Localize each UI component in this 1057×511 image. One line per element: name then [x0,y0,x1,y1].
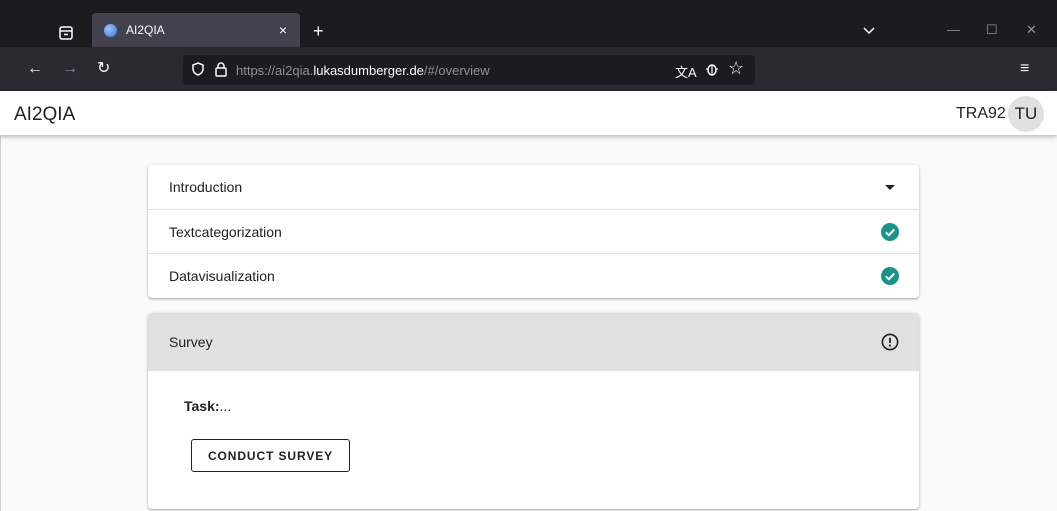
close-icon[interactable]: × [272,22,294,38]
minimize-icon[interactable]: — [947,22,960,37]
section-label: Textcategorization [169,223,282,240]
user-code: TRA92 [956,105,1006,122]
task-value: ... [219,398,232,414]
section-list: Introduction Textcategorization Datavisu… [148,165,919,298]
tab-title: AI2QIA [126,23,165,37]
task-label: Task: [184,398,220,414]
back-icon[interactable]: ← [27,59,43,79]
task-line: Task:... [184,398,231,414]
browser-tab[interactable]: AI2QIA × [92,13,300,47]
globe-icon [104,23,117,37]
firefox-view-icon[interactable] [56,23,76,43]
avatar[interactable]: TU [1008,96,1044,132]
section-label: Introduction [169,179,243,195]
bug-icon[interactable] [705,61,719,82]
bookmark-star-icon[interactable]: ☆ [728,58,744,79]
browser-tab-bar: AI2QIA × + — ☐ ✕ [0,0,1057,47]
conduct-survey-button[interactable]: CONDUCT SURVEY [191,439,350,472]
app-header [0,91,1057,135]
url-text[interactable]: https://ai2qia.lukasdumberger.de/#/overv… [236,63,490,78]
survey-panel: Survey Task:... CONDUCT SURVEY [148,313,919,509]
reload-icon[interactable]: ↻ [97,59,110,79]
section-datavisualization[interactable]: Datavisualization [148,253,919,297]
section-label: Survey [169,334,213,350]
check-circle-icon [881,266,899,285]
new-tab-button[interactable]: + [313,22,324,40]
maximize-icon[interactable]: ☐ [986,22,998,38]
section-textcategorization[interactable]: Textcategorization [148,209,919,253]
check-circle-icon [881,222,899,241]
caret-down-icon [881,178,899,196]
exclamation-circle-icon [881,333,899,351]
section-introduction[interactable]: Introduction [148,165,919,209]
section-survey[interactable]: Survey [148,313,919,371]
shield-icon[interactable] [190,61,206,82]
app-title: AI2QIA [14,104,76,125]
tab-list-icon[interactable] [863,22,875,40]
forward-icon[interactable]: → [62,59,78,79]
menu-icon[interactable]: ≡ [1020,59,1029,79]
section-label: Datavisualization [169,267,275,284]
close-window-icon[interactable]: ✕ [1026,22,1037,38]
translate-icon[interactable]: 文A [675,62,697,81]
lock-icon[interactable] [214,61,228,82]
